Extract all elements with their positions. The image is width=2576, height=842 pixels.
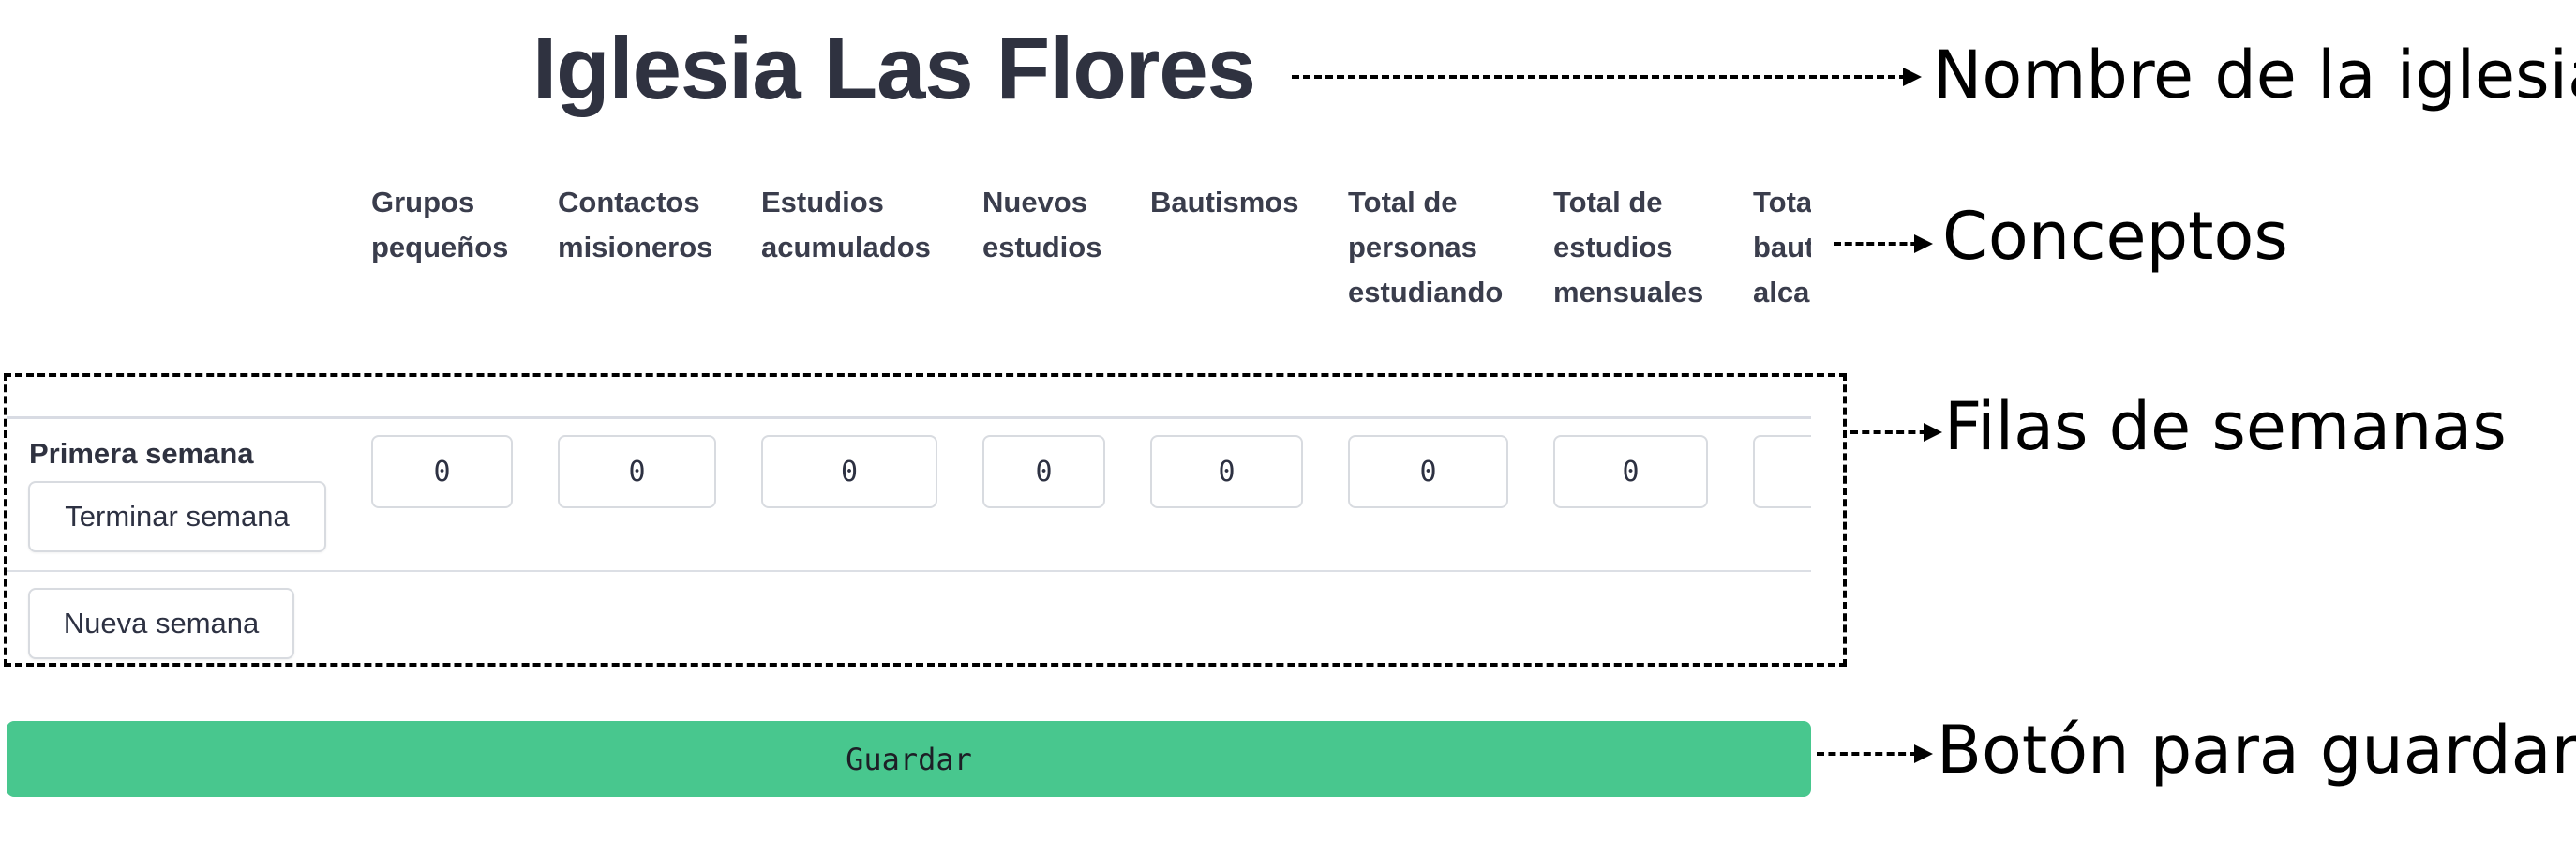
column-header-accumulated-studies: Estudios acumulados [761, 186, 931, 263]
column-header-small-groups: Grupos pequeños [371, 186, 509, 263]
column-header-total-people-studying: Total de personas estudiando [1348, 186, 1504, 308]
column-header-total-monthly-studies: Total de estudios mensuales [1553, 186, 1704, 308]
week-rows-arrow [1850, 423, 1942, 442]
annotation-save-button: Botón para guardar [1937, 712, 2576, 789]
church-name-arrow [1292, 68, 1922, 86]
church-name-title: Iglesia Las Flores [532, 19, 1256, 117]
column-header-missionary-contacts: Contactos misioneros [558, 186, 713, 263]
column-header-baptisms: Bautismos [1150, 186, 1299, 218]
annotation-week-rows: Filas de semanas [1944, 388, 2507, 465]
column-header-total-baptisms-reached: Total de bautismos alcanzados [1753, 186, 1811, 308]
concepts-arrow [1834, 234, 1933, 253]
annotation-church-name: Nombre de la iglesia [1933, 37, 2576, 113]
week-rows-highlight [4, 373, 1847, 667]
save-button-arrow [1817, 744, 1933, 763]
column-header-new-studies: Nuevos estudios [982, 186, 1102, 263]
annotation-concepts: Conceptos [1942, 198, 2288, 275]
save-button[interactable]: Guardar [7, 721, 1811, 797]
